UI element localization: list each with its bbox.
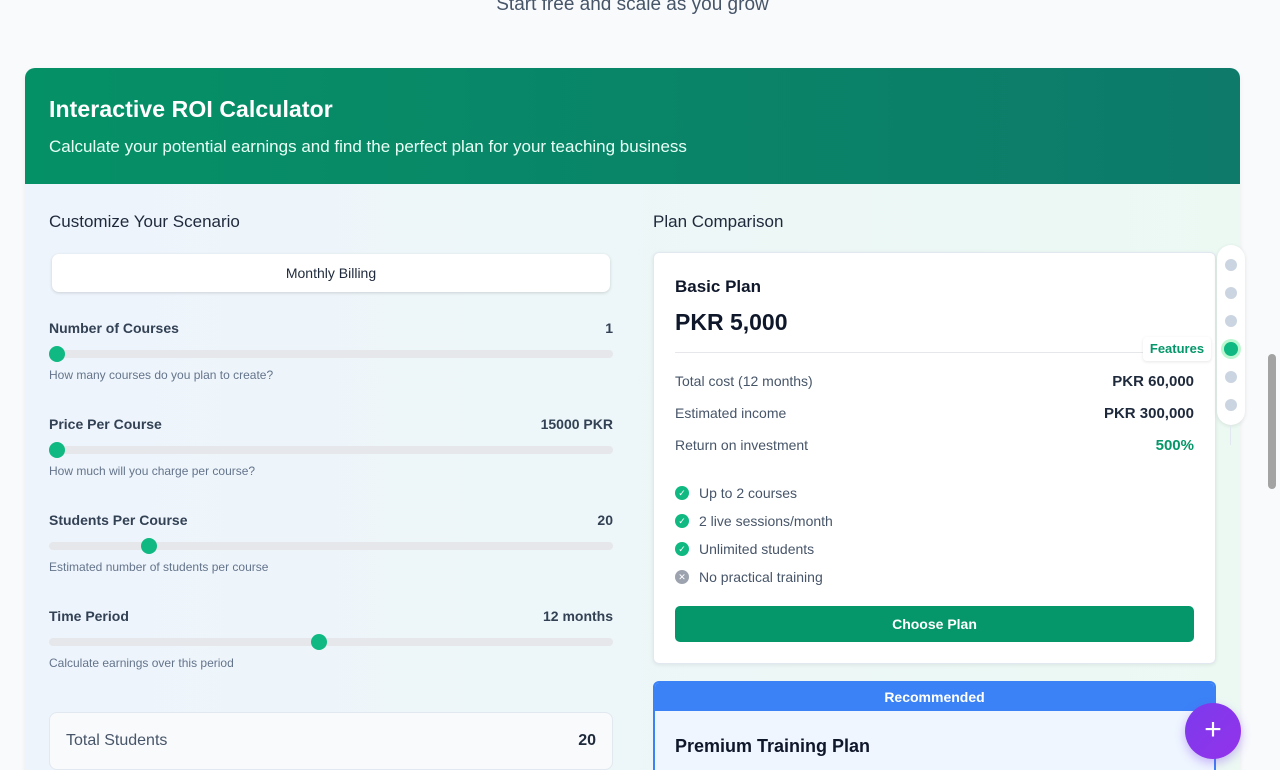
plan-metrics: Total cost (12 months) PKR 60,000 Estima… — [675, 365, 1194, 461]
section-stepper — [1217, 245, 1245, 425]
slider-label: Price Per Course — [49, 416, 162, 432]
calculator-header: Interactive ROI Calculator Calculate you… — [25, 68, 1240, 184]
basic-plan-card: Basic Plan PKR 5,000 Total cost (12 mont… — [653, 252, 1216, 664]
slider-hint: How much will you charge per course? — [49, 464, 256, 478]
total-students-box: Total Students 20 — [49, 712, 613, 770]
billing-toggle[interactable]: Monthly Billing — [52, 254, 610, 292]
sliders: Number of Courses 1 How many courses do … — [49, 320, 613, 704]
divider — [675, 352, 1194, 353]
check-circle-icon: ✓ — [675, 514, 689, 528]
metric-label: Total cost (12 months) — [675, 373, 813, 389]
metric-value: PKR 60,000 — [1112, 372, 1194, 390]
x-circle-icon: ✕ — [675, 570, 689, 584]
slider-price: Price Per Course 15000 PKR How much will… — [49, 416, 613, 512]
step-dot[interactable] — [1225, 287, 1237, 299]
slider-time-period: Time Period 12 months Calculate earnings… — [49, 608, 613, 704]
slider-label: Number of Courses — [49, 320, 179, 336]
stepper-line — [1230, 425, 1231, 445]
step-dot[interactable] — [1225, 315, 1237, 327]
plan-comparison-panel: Plan Comparison Basic Plan PKR 5,000 Tot… — [653, 212, 1216, 770]
feature-text: No practical training — [699, 569, 823, 585]
metric-row: Estimated income PKR 300,000 — [675, 397, 1194, 429]
slider-label: Time Period — [49, 608, 129, 624]
slider-hint: Calculate earnings over this period — [49, 656, 234, 670]
slider-value: 1 — [605, 320, 613, 336]
slider-value: 12 months — [542, 608, 613, 624]
metric-label: Return on investment — [675, 437, 809, 453]
calculator-subtitle: Calculate your potential earnings and fi… — [49, 137, 687, 156]
scenario-panel: Customize Your Scenario Monthly Billing … — [49, 212, 613, 770]
step-dot[interactable] — [1225, 371, 1237, 383]
page-subtitle: Start free and scale as you grow — [496, 0, 769, 15]
calculator-title: Interactive ROI Calculator — [49, 96, 333, 122]
step-dot[interactable] — [1225, 399, 1237, 411]
slider-hint: Estimated number of students per course — [49, 560, 269, 574]
check-circle-icon: ✓ — [675, 486, 689, 500]
slider-thumb[interactable] — [49, 346, 65, 362]
feature-text: Up to 2 courses — [699, 485, 798, 501]
slider-track[interactable] — [49, 442, 613, 458]
plan-price: PKR 5,000 — [675, 309, 788, 335]
premium-plan-card: Recommended Premium Training Plan — [653, 681, 1216, 770]
slider-track[interactable] — [49, 634, 613, 650]
metric-label: Estimated income — [675, 405, 787, 421]
slider-thumb[interactable] — [49, 442, 65, 458]
plus-icon[interactable]: + — [1185, 703, 1241, 759]
feature-text: 2 live sessions/month — [699, 513, 833, 529]
comparison-title: Plan Comparison — [653, 212, 784, 231]
step-label: Features — [1143, 337, 1211, 361]
feature-list: ✓ Up to 2 courses ✓ 2 live sessions/month … — [675, 479, 1194, 591]
feature-text: Unlimited students — [699, 541, 815, 557]
feature-item: ✓ Unlimited students — [675, 535, 1194, 563]
total-students-value: 20 — [578, 732, 596, 749]
slider-track[interactable] — [49, 538, 613, 554]
slider-students: Students Per Course 20 Estimated number … — [49, 512, 613, 608]
slider-courses: Number of Courses 1 How many courses do … — [49, 320, 613, 416]
slider-hint: How many courses do you plan to create? — [49, 368, 274, 382]
slider-label: Students Per Course — [49, 512, 188, 528]
slider-thumb[interactable] — [310, 634, 327, 650]
slider-track[interactable] — [49, 346, 613, 362]
slider-value: 20 — [597, 512, 613, 528]
scrollbar[interactable] — [1268, 354, 1276, 489]
plan-name: Premium Training Plan — [675, 736, 871, 756]
step-dot-active[interactable] — [1224, 342, 1238, 356]
roi-calculator-card: Interactive ROI Calculator Calculate you… — [25, 68, 1240, 770]
total-students-label: Total Students — [66, 732, 168, 749]
metric-row: Return on investment 500% — [675, 429, 1194, 461]
slider-thumb[interactable] — [140, 538, 157, 554]
step-dot[interactable] — [1225, 259, 1237, 271]
feature-item: ✓ Up to 2 courses — [675, 479, 1194, 507]
metric-row: Total cost (12 months) PKR 60,000 — [675, 365, 1194, 397]
roi-value: 500% — [1155, 436, 1194, 454]
feature-item: ✓ 2 live sessions/month — [675, 507, 1194, 535]
scenario-title: Customize Your Scenario — [49, 212, 240, 231]
plan-name: Basic Plan — [675, 277, 761, 296]
slider-value: 15000 PKR — [540, 416, 613, 432]
feature-item: ✕ No practical training — [675, 563, 1194, 591]
choose-plan-button[interactable]: Choose Plan — [675, 606, 1194, 642]
metric-value: PKR 300,000 — [1103, 404, 1194, 422]
check-circle-icon: ✓ — [675, 542, 689, 556]
recommended-badge: Recommended — [655, 683, 1214, 711]
